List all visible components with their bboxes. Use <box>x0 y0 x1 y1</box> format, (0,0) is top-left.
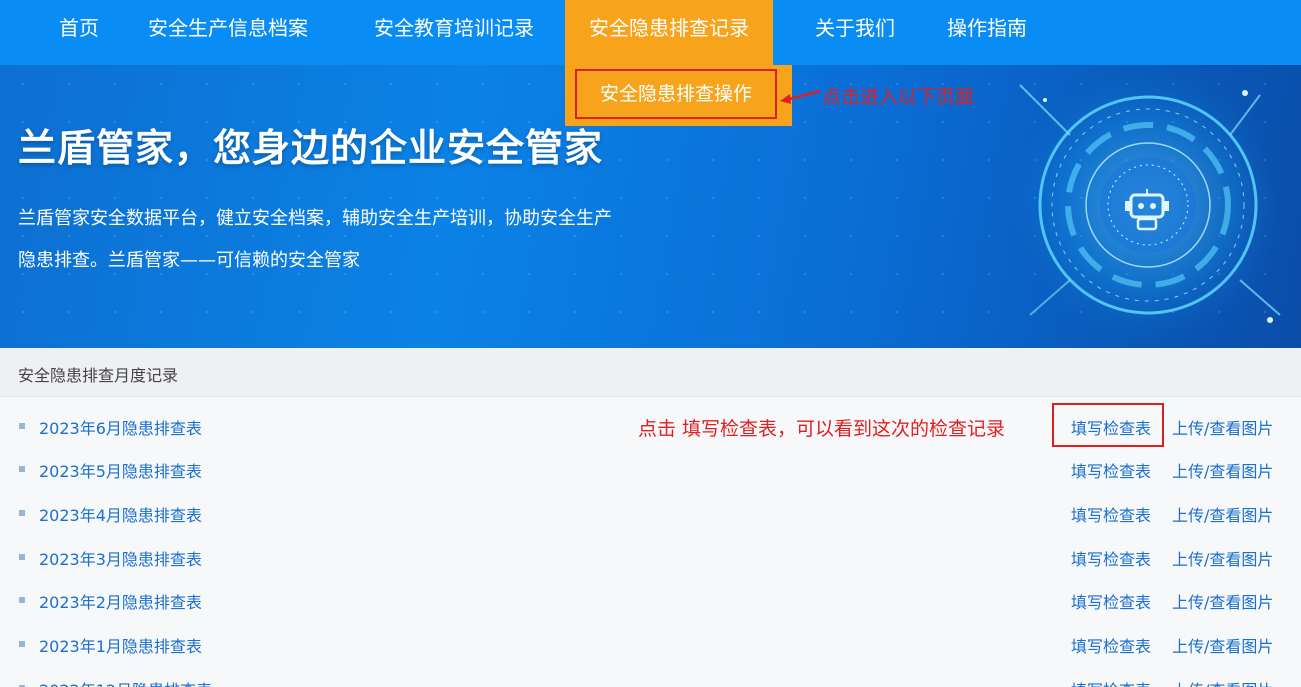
nav-item-about-us[interactable]: 关于我们 <box>815 0 895 57</box>
top-nav: 首页 安全生产信息档案 安全教育培训记录 安全隐患排查记录 关于我们 操作指南 <box>0 0 1301 65</box>
bullet-icon <box>19 423 25 429</box>
record-title-link[interactable]: 2023年5月隐患排查表 <box>39 458 202 482</box>
upload-view-images-link[interactable]: 上传/查看图片 <box>1172 458 1273 482</box>
record-title-link[interactable]: 2023年1月隐患排查表 <box>39 633 202 657</box>
hero-description: 兰盾管家安全数据平台，健立安全档案，辅助安全生产培训，协助安全生产 隐患排查。兰… <box>18 198 698 282</box>
annotation-highlight-box <box>1052 403 1164 447</box>
fill-checklist-link[interactable]: 填写检查表 <box>1071 589 1151 613</box>
annotation-dropdown-note: 点击进入以下页面 <box>822 86 975 108</box>
record-title-link[interactable]: 2023年3月隐患排查表 <box>39 546 202 570</box>
fill-checklist-link[interactable]: 填写检查表 <box>1071 546 1151 570</box>
fill-checklist-link[interactable]: 填写检查表 <box>1071 633 1151 657</box>
list-item: 2023年3月隐患排查表 填写检查表 上传/查看图片 <box>0 535 1301 579</box>
record-title-link[interactable]: 2023年6月隐患排查表 <box>39 415 202 439</box>
record-title-link[interactable]: 2022年12月隐患排查表 <box>39 677 212 687</box>
list-item: 2023年1月隐患排查表 填写检查表 上传/查看图片 <box>0 622 1301 666</box>
hero-desc-line-2: 隐患排查。兰盾管家——可信赖的安全管家 <box>18 250 360 271</box>
nav-dropdown: 安全隐患排查操作 <box>565 65 792 126</box>
hero-title: 兰盾管家，您身边的企业安全管家 <box>18 126 604 170</box>
hero-desc-line-1: 兰盾管家安全数据平台，健立安全档案，辅助安全生产培训，协助安全生产 <box>18 208 612 229</box>
robot-icon <box>1125 189 1169 231</box>
list-item: 2023年5月隐患排查表 填写检查表 上传/查看图片 <box>0 447 1301 491</box>
section-title: 安全隐患排查月度记录 <box>18 366 179 385</box>
record-title-link[interactable]: 2023年2月隐患排查表 <box>39 589 202 613</box>
nav-item-training-records[interactable]: 安全教育培训记录 <box>374 0 534 57</box>
list-item: 2023年2月隐患排查表 填写检查表 上传/查看图片 <box>0 578 1301 622</box>
nav-item-guide[interactable]: 操作指南 <box>947 0 1027 57</box>
upload-view-images-link[interactable]: 上传/查看图片 <box>1172 546 1273 570</box>
nav-item-safety-archive[interactable]: 安全生产信息档案 <box>148 0 308 57</box>
upload-view-images-link[interactable]: 上传/查看图片 <box>1172 633 1273 657</box>
upload-view-images-link[interactable]: 上传/查看图片 <box>1172 502 1273 526</box>
fill-checklist-link[interactable]: 填写检查表 <box>1071 458 1151 482</box>
arrow-icon <box>780 89 821 104</box>
upload-view-images-link[interactable]: 上传/查看图片 <box>1172 415 1273 439</box>
upload-view-images-link[interactable]: 上传/查看图片 <box>1172 677 1273 687</box>
bullet-icon <box>19 641 25 647</box>
section-header: 安全隐患排查月度记录 <box>0 348 1301 397</box>
bullet-icon <box>19 466 25 472</box>
list-item: 2023年4月隐患排查表 填写检查表 上传/查看图片 <box>0 491 1301 535</box>
list-item: 2022年12月隐患排查表 填写检查表 上传/查看图片 <box>0 666 1301 687</box>
record-title-link[interactable]: 2023年4月隐患排查表 <box>39 502 202 526</box>
upload-view-images-link[interactable]: 上传/查看图片 <box>1172 589 1273 613</box>
fill-checklist-link[interactable]: 填写检查表 <box>1071 677 1151 687</box>
bullet-icon <box>19 510 25 516</box>
fill-checklist-link[interactable]: 填写检查表 <box>1071 502 1151 526</box>
nav-item-home[interactable]: 首页 <box>59 0 99 57</box>
bullet-icon <box>19 554 25 560</box>
dropdown-item-hazard-operation[interactable]: 安全隐患排查操作 <box>575 69 777 119</box>
bullet-icon <box>19 597 25 603</box>
nav-item-hazard-records[interactable]: 安全隐患排查记录 <box>565 0 773 65</box>
